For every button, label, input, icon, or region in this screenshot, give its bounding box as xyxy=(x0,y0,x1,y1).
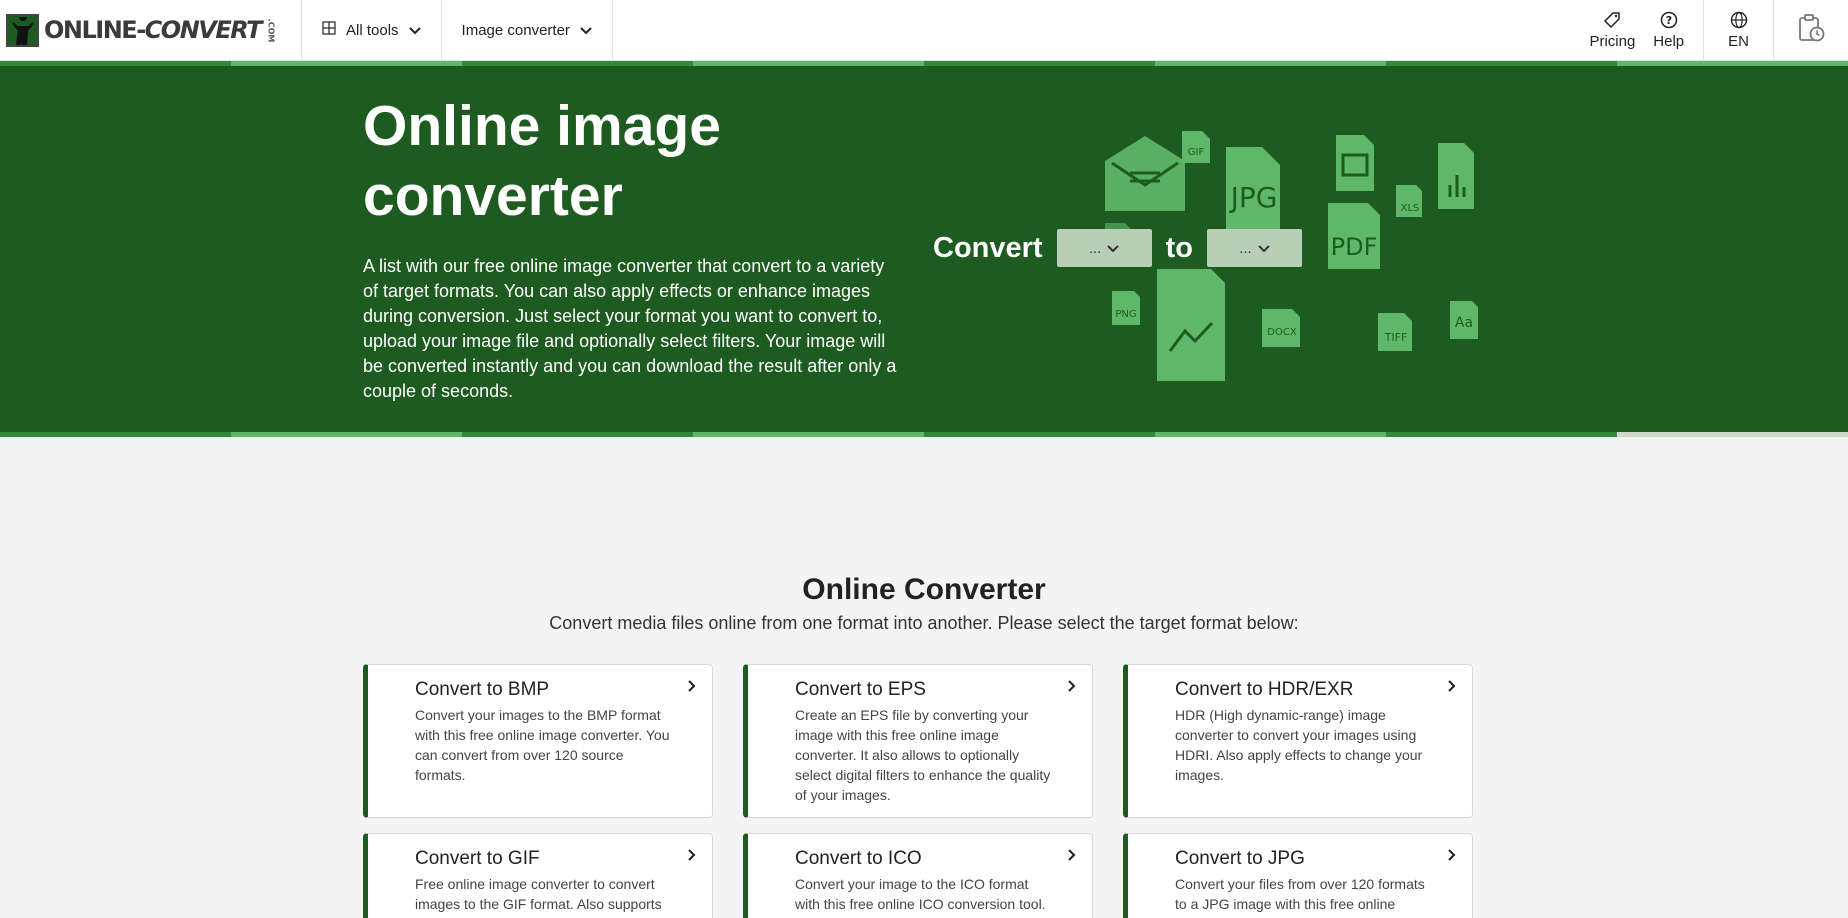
logo-text-dash: - xyxy=(136,16,146,44)
logo-text-com: .COM xyxy=(266,18,276,42)
clipboard-clock-icon xyxy=(1796,13,1826,47)
all-tools-label: All tools xyxy=(346,21,399,39)
chevron-right-icon xyxy=(1448,848,1456,865)
card-description: Convert your files from over 120 formats… xyxy=(1175,876,1425,918)
logo[interactable]: ONLINE - CONVERT .COM xyxy=(0,0,302,60)
hero-bottom-stripe xyxy=(0,432,1848,437)
convert-label: Convert xyxy=(933,231,1043,264)
format-label-pdf: PDF xyxy=(1331,233,1378,261)
format-label-png: PNG xyxy=(1115,309,1136,320)
header-right: Pricing ? Help EN xyxy=(1580,0,1848,60)
logo-figure-icon xyxy=(6,13,39,47)
target-format-select[interactable]: ... xyxy=(1206,229,1302,267)
converter-card-jpg[interactable]: Convert to JPG Convert your files from o… xyxy=(1123,833,1473,918)
help-link[interactable]: ? Help xyxy=(1644,0,1693,60)
format-label-gif: GIF xyxy=(1188,147,1205,158)
card-description: Convert your images to the BMP format wi… xyxy=(415,707,670,783)
format-label-jpg: JPG xyxy=(1229,181,1278,214)
image-converter-button[interactable]: Image converter xyxy=(442,0,613,60)
language-label: EN xyxy=(1728,33,1749,50)
converter-card-gif[interactable]: Convert to GIF Free online image convert… xyxy=(363,833,713,918)
card-title: Convert to HDR/EXR xyxy=(1175,679,1354,700)
card-title: Convert to GIF xyxy=(415,848,540,869)
hero-description: A list with our free online image conver… xyxy=(363,256,897,401)
to-label: to xyxy=(1165,231,1193,264)
converter-card-hdr-exr[interactable]: Convert to HDR/EXR HDR (High dynamic-ran… xyxy=(1123,664,1473,818)
card-description: Create an EPS file by converting your im… xyxy=(795,707,1051,803)
hero-top-stripe xyxy=(0,61,1848,66)
logo-text-convert: CONVERT xyxy=(144,16,263,44)
svg-text:?: ? xyxy=(1666,14,1672,27)
converter-card-ico[interactable]: Convert to ICO Convert your image to the… xyxy=(743,833,1093,918)
help-label: Help xyxy=(1653,33,1685,50)
chevron-down-icon xyxy=(408,22,421,39)
chevron-down-icon xyxy=(580,22,592,39)
chevron-right-icon xyxy=(688,848,696,865)
card-description: Free online image converter to convert i… xyxy=(415,876,662,912)
format-label-xls: XLS xyxy=(1401,203,1420,214)
card-title: Convert to BMP xyxy=(415,679,550,700)
card-title: Convert to JPG xyxy=(1175,848,1305,869)
format-label-docx: DOCX xyxy=(1267,327,1297,338)
source-format-value: ... xyxy=(1088,239,1102,257)
hero-banner: Online image converter A list with our f… xyxy=(0,61,1848,437)
convert-selector-row: Convert ... to ... xyxy=(933,229,1316,267)
pricing-link[interactable]: Pricing xyxy=(1580,0,1644,60)
logo-text-online: ONLINE xyxy=(44,16,138,44)
card-title: Convert to ICO xyxy=(795,848,922,869)
chevron-down-icon xyxy=(1257,240,1270,257)
history-button[interactable] xyxy=(1774,0,1848,60)
converter-card-bmp[interactable]: Convert to BMP Convert your images to th… xyxy=(363,664,713,818)
target-format-value: ... xyxy=(1239,239,1252,257)
section-title: Online Converter xyxy=(802,573,1046,606)
source-format-select[interactable]: ... xyxy=(1056,229,1152,267)
tag-icon xyxy=(1602,10,1622,30)
chevron-right-icon xyxy=(688,679,696,696)
card-description: HDR (High dynamic-range) image converter… xyxy=(1175,707,1423,783)
language-selector[interactable]: EN xyxy=(1704,0,1773,60)
all-tools-button[interactable]: All tools xyxy=(302,0,442,60)
logo-text: ONLINE - CONVERT .COM xyxy=(44,16,283,44)
chevron-right-icon xyxy=(1448,679,1456,696)
hero-title: Online image converter xyxy=(363,94,721,228)
image-converter-label: Image converter xyxy=(461,21,570,39)
format-label-tiff: TIFF xyxy=(1384,331,1408,344)
format-label-aa: Aa xyxy=(1455,315,1473,331)
card-title: Convert to EPS xyxy=(795,679,926,700)
section-subtitle: Convert media files online from one form… xyxy=(549,613,1299,633)
question-circle-icon: ? xyxy=(1659,10,1679,30)
converter-card-eps[interactable]: Convert to EPS Create an EPS file by con… xyxy=(743,664,1093,818)
grid-icon xyxy=(322,21,336,39)
globe-icon xyxy=(1729,10,1749,30)
card-description: Convert your image to the ICO format wit… xyxy=(795,876,1046,912)
chevron-right-icon xyxy=(1068,679,1076,696)
top-header: ONLINE - CONVERT .COM All tools Image conve… xyxy=(0,0,1848,61)
pricing-label: Pricing xyxy=(1589,33,1636,50)
chevron-right-icon xyxy=(1068,848,1076,865)
chevron-down-icon xyxy=(1107,240,1120,257)
